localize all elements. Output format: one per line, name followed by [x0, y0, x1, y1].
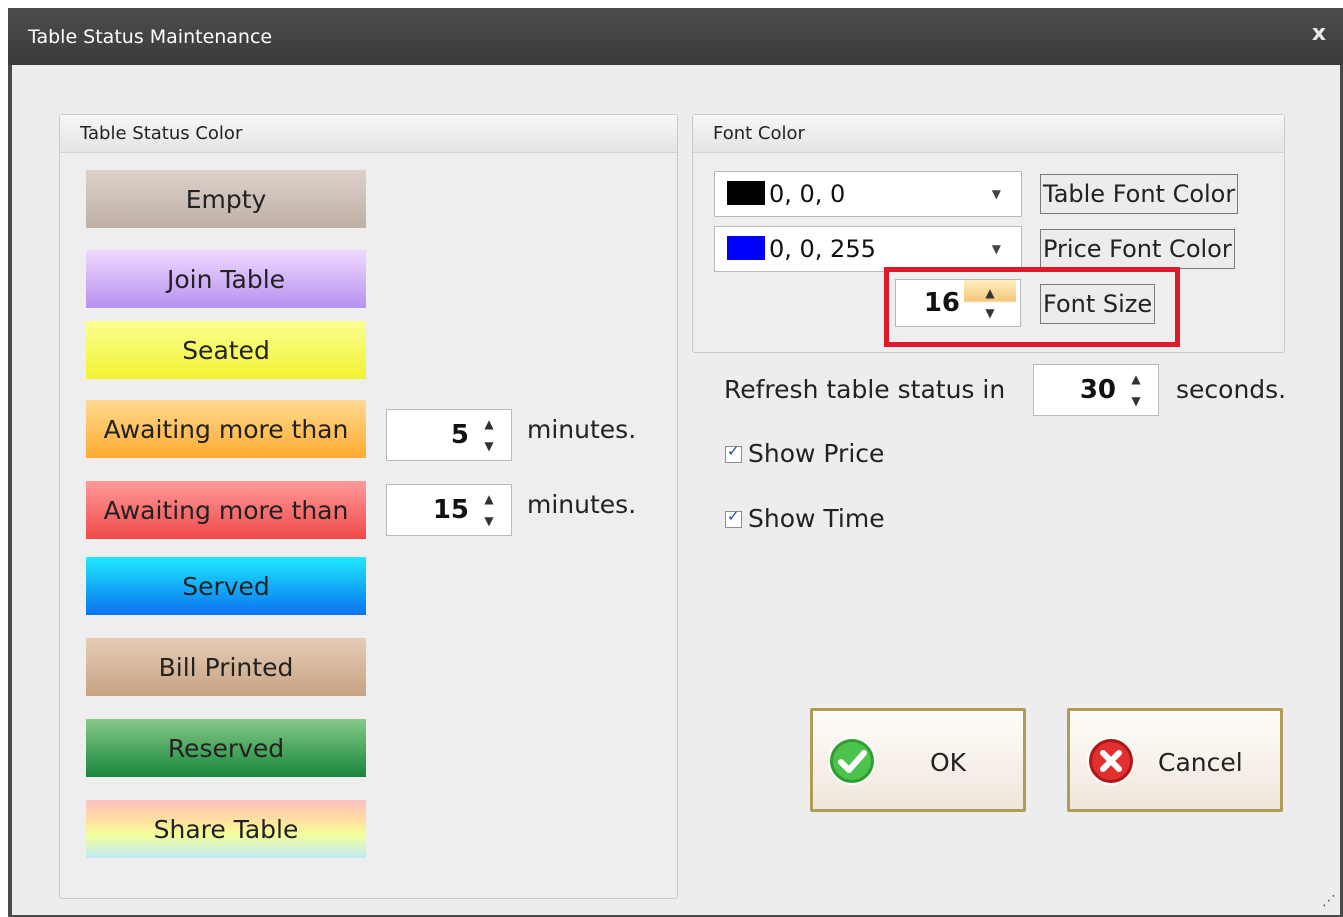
- show-price-label: Show Price: [748, 439, 885, 468]
- minutes-label-2: minutes.: [527, 490, 637, 519]
- group-header-table-status: Table Status Color: [60, 115, 677, 153]
- show-time-label: Show Time: [748, 504, 885, 533]
- cancel-button[interactable]: Cancel: [1067, 708, 1283, 812]
- spinner-arrows: ▲ ▼: [477, 410, 501, 460]
- close-icon[interactable]: x: [1305, 20, 1333, 48]
- status-awaiting-button-1[interactable]: Awaiting more than: [86, 400, 366, 458]
- cancel-button-label: Cancel: [1158, 748, 1243, 777]
- spin-up-arrow-icon[interactable]: ▲: [477, 488, 501, 510]
- resize-grip-icon[interactable]: ⋰: [1322, 893, 1336, 909]
- font-size-spinner[interactable]: 16 ▲ ▼: [895, 279, 1021, 327]
- status-reserved-button[interactable]: Reserved: [86, 719, 366, 777]
- window-title: Table Status Maintenance: [28, 26, 273, 48]
- show-time-checkbox[interactable]: Show Time: [725, 504, 885, 533]
- status-empty-button[interactable]: Empty: [86, 170, 366, 228]
- font-color-group: Font Color 0, 0, 0 ▼ Table Font Color 0,…: [692, 114, 1285, 353]
- font-size-value: 16: [923, 288, 960, 318]
- refresh-prefix-label: Refresh table status in: [724, 375, 1006, 404]
- minutes-label-1: minutes.: [527, 415, 637, 444]
- spinner-arrows: ▲ ▼: [477, 485, 501, 535]
- ok-button-label: OK: [930, 748, 967, 777]
- table-font-color-value: 0, 0, 0: [769, 180, 846, 208]
- awaiting-minutes-spinner-1[interactable]: 5 ▲ ▼: [386, 409, 512, 461]
- dialog-window: Table Status Maintenance x Table Status …: [8, 8, 1343, 917]
- refresh-seconds-value: 30: [1079, 375, 1116, 405]
- group-header-font-color: Font Color: [693, 115, 1284, 153]
- spin-down-arrow-icon[interactable]: ▼: [964, 302, 1016, 324]
- status-share-table-button[interactable]: Share Table: [86, 800, 366, 858]
- status-seated-button[interactable]: Seated: [86, 321, 366, 379]
- dialog-body: Table Status Color Empty Join Table Seat…: [12, 65, 1340, 915]
- table-font-color-button[interactable]: Table Font Color: [1040, 174, 1239, 214]
- spin-up-arrow-icon[interactable]: ▲: [964, 282, 1016, 304]
- font-size-button[interactable]: Font Size: [1040, 284, 1156, 324]
- spin-down-arrow-icon[interactable]: ▼: [1124, 390, 1148, 412]
- check-circle-icon: [828, 737, 876, 785]
- spinner-value: 5: [450, 420, 469, 450]
- table-status-color-group: Table Status Color Empty Join Table Seat…: [59, 114, 678, 899]
- spinner-value: 15: [432, 495, 469, 525]
- spinner-arrows: ▲ ▼: [964, 280, 1016, 326]
- spin-down-arrow-icon[interactable]: ▼: [477, 435, 501, 457]
- checkbox-checked-icon[interactable]: [725, 442, 742, 463]
- status-bill-printed-button[interactable]: Bill Printed: [86, 638, 366, 696]
- price-font-color-combo[interactable]: 0, 0, 255 ▼: [714, 226, 1022, 272]
- title-bar[interactable]: Table Status Maintenance x: [8, 8, 1343, 65]
- price-font-color-swatch: [727, 236, 765, 260]
- cancel-x-circle-icon: [1087, 737, 1135, 785]
- status-awaiting-button-2[interactable]: Awaiting more than: [86, 481, 366, 539]
- spin-down-arrow-icon[interactable]: ▼: [477, 510, 501, 532]
- spin-up-arrow-icon[interactable]: ▲: [477, 413, 501, 435]
- price-font-color-value: 0, 0, 255: [769, 235, 876, 263]
- checkbox-checked-icon[interactable]: [725, 507, 742, 528]
- table-font-color-swatch: [727, 181, 765, 205]
- status-join-table-button[interactable]: Join Table: [86, 250, 366, 308]
- price-font-color-button[interactable]: Price Font Color: [1040, 229, 1235, 269]
- table-font-color-combo[interactable]: 0, 0, 0 ▼: [714, 171, 1022, 217]
- refresh-suffix-label: seconds.: [1176, 375, 1287, 404]
- awaiting-minutes-spinner-2[interactable]: 15 ▲ ▼: [386, 484, 512, 536]
- show-price-checkbox[interactable]: Show Price: [725, 439, 884, 468]
- refresh-seconds-spinner[interactable]: 30 ▲ ▼: [1033, 364, 1159, 416]
- spin-up-arrow-icon[interactable]: ▲: [1124, 368, 1148, 390]
- spinner-arrows: ▲ ▼: [1124, 365, 1148, 415]
- chevron-down-icon[interactable]: ▼: [992, 172, 1001, 216]
- ok-button[interactable]: OK: [810, 708, 1026, 812]
- status-served-button[interactable]: Served: [86, 557, 366, 615]
- chevron-down-icon[interactable]: ▼: [992, 227, 1001, 271]
